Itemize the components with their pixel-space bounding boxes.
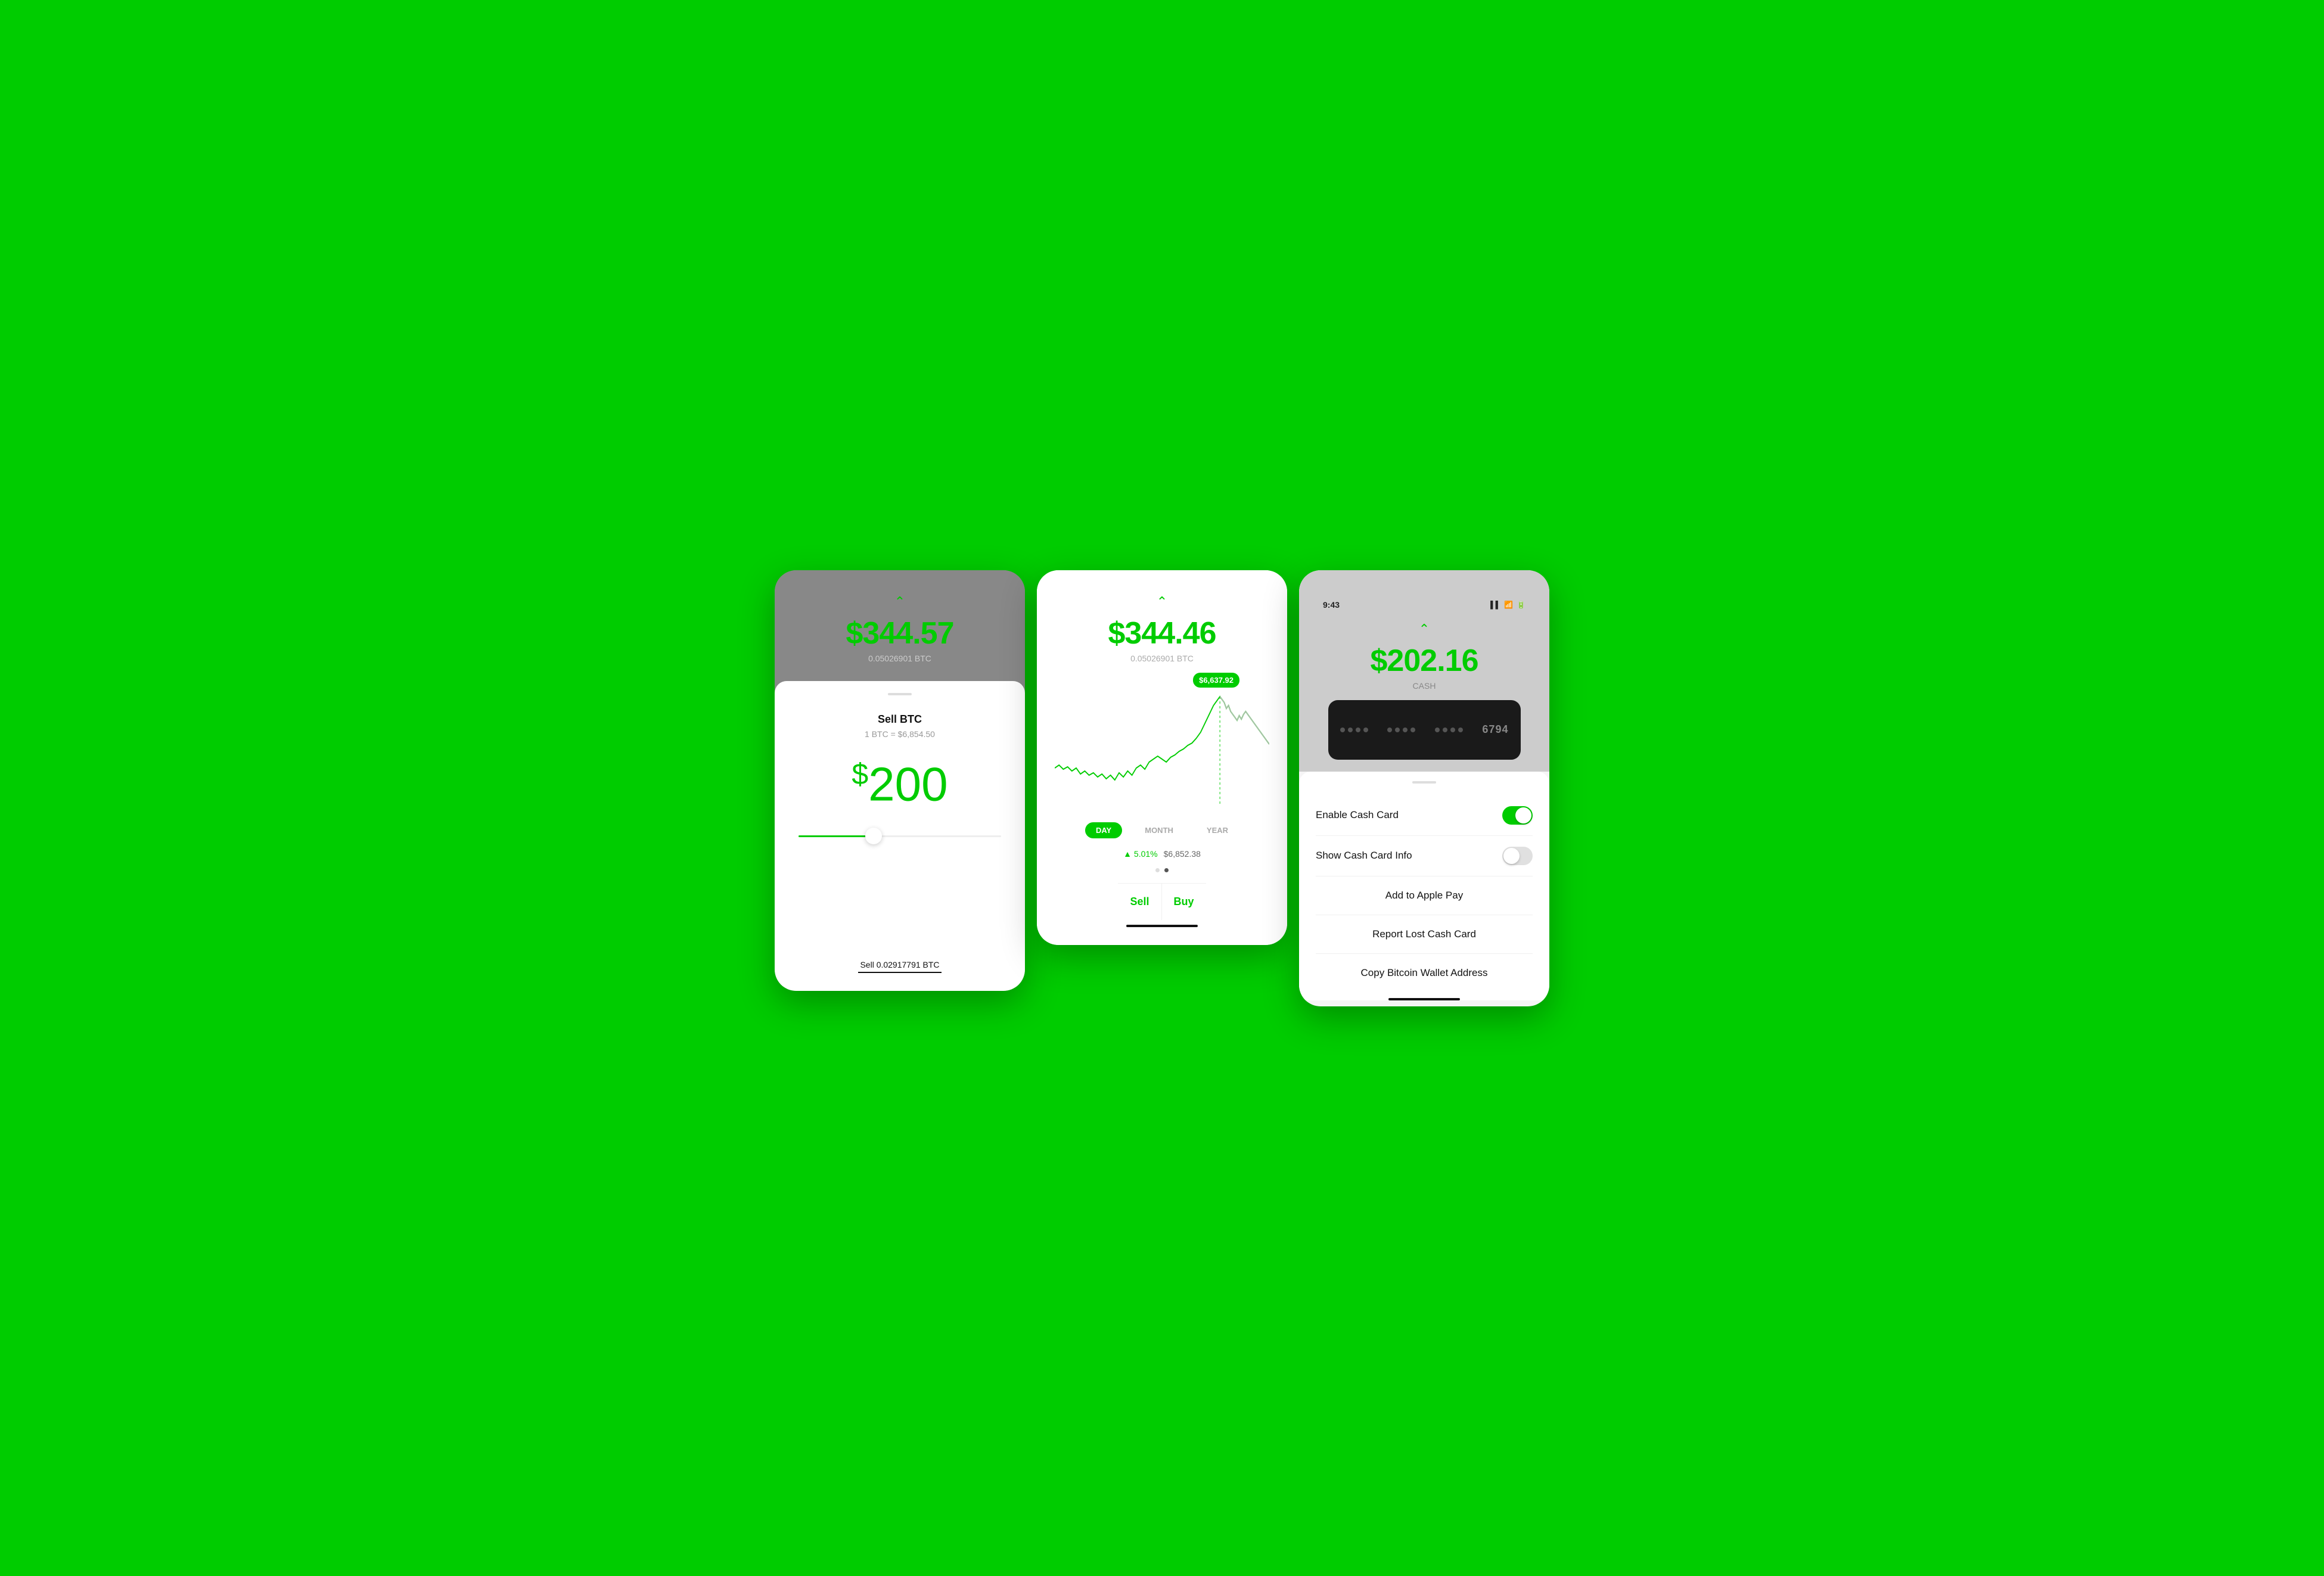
chart-price: $344.46: [1108, 616, 1216, 651]
slider-fill: [799, 835, 869, 837]
chart-btc-amount: 0.05026901 BTC: [1130, 654, 1194, 663]
card-last4: 6794: [1482, 723, 1508, 736]
chart-pct: ▲ 5.01%: [1123, 849, 1158, 859]
home-indicator: [1126, 925, 1198, 927]
btc-price: $344.57: [846, 616, 954, 651]
screen1-top: ⌃ $344.57 0.05026901 BTC: [775, 570, 1025, 681]
battery-icon: 🔋: [1517, 601, 1525, 609]
show-cash-card-info-row[interactable]: Show Cash Card Info: [1299, 836, 1549, 876]
add-apple-pay-row[interactable]: Add to Apple Pay: [1299, 876, 1549, 915]
card-dot: [1348, 728, 1353, 732]
card-dots-group2: [1387, 728, 1415, 732]
card-dot: [1458, 728, 1463, 732]
copy-bitcoin-row[interactable]: Copy Bitcoin Wallet Address: [1299, 954, 1549, 992]
chart-tooltip: $6,637.92: [1193, 673, 1239, 688]
toggle-knob-2: [1503, 848, 1520, 864]
chart-stats: ▲ 5.01% $6,852.38: [1111, 844, 1213, 863]
card-dot: [1443, 728, 1447, 732]
screen3-top: 9:43 ▌▌ 📶 🔋 ⌃ $202.16 CASH: [1299, 570, 1549, 772]
card-dot: [1363, 728, 1368, 732]
page-dots: [1151, 863, 1173, 877]
screen2-chart: ⌃ $344.46 0.05026901 BTC $6,637.92 DAY M…: [1037, 570, 1287, 945]
status-bar: 9:43 ▌▌ 📶 🔋: [1311, 600, 1537, 610]
chart-price-stat: $6,852.38: [1164, 849, 1201, 859]
slider-track: [799, 835, 1001, 837]
period-selector: DAY MONTH YEAR: [1073, 816, 1251, 844]
screen1-sheet: Sell BTC 1 BTC = $6,854.50 $200 Sell 0.0…: [775, 681, 1025, 991]
dot-1: [1155, 868, 1160, 872]
card-dot: [1340, 728, 1345, 732]
sell-btc-label: Sell 0.02917791 BTC: [860, 960, 939, 969]
arrow-up-icon: ▲: [1123, 849, 1132, 859]
cash-card: 6794: [1328, 700, 1521, 760]
card-dot: [1450, 728, 1455, 732]
card-dot: [1387, 728, 1392, 732]
period-year-btn[interactable]: YEAR: [1196, 822, 1239, 838]
card-dot: [1395, 728, 1400, 732]
sell-btc-underline: [858, 972, 942, 973]
signal-icon: ▌▌: [1490, 601, 1500, 609]
screens-container: ⌃ $344.57 0.05026901 BTC Sell BTC 1 BTC …: [775, 570, 1549, 1006]
add-apple-pay-label: Add to Apple Pay: [1385, 890, 1463, 901]
sell-button[interactable]: Sell: [1118, 884, 1161, 920]
show-cash-card-info-toggle[interactable]: [1502, 847, 1533, 865]
slider-thumb[interactable]: [865, 828, 882, 844]
cash-label: CASH: [1413, 681, 1436, 691]
wifi-icon: 📶: [1504, 601, 1513, 609]
chevron-up-icon[interactable]: ⌃: [894, 594, 905, 610]
chevron-up-icon-3[interactable]: ⌃: [1419, 621, 1430, 637]
card-dot: [1435, 728, 1440, 732]
toggle-knob: [1515, 807, 1531, 823]
card-dot: [1403, 728, 1408, 732]
sell-btc-rate: 1 BTC = $6,854.50: [865, 729, 935, 739]
sell-btc-title: Sell BTC: [878, 713, 922, 726]
card-dots-group1: [1340, 728, 1368, 732]
period-day-btn[interactable]: DAY: [1085, 822, 1122, 838]
dollar-sign: $: [852, 757, 868, 791]
screen3-cash-card: 9:43 ▌▌ 📶 🔋 ⌃ $202.16 CASH: [1299, 570, 1549, 1006]
drag-handle: [888, 693, 912, 695]
card-dot: [1356, 728, 1360, 732]
enable-cash-card-toggle[interactable]: [1502, 806, 1533, 825]
card-dots-group3: [1435, 728, 1463, 732]
dot-2: [1164, 868, 1169, 872]
sell-amount: $200: [852, 757, 947, 812]
screen1-sell-btc: ⌃ $344.57 0.05026901 BTC Sell BTC 1 BTC …: [775, 570, 1025, 991]
sheet-handle: [1412, 781, 1436, 784]
status-time: 9:43: [1323, 600, 1340, 610]
buy-button[interactable]: Buy: [1162, 884, 1206, 920]
price-chart: [1055, 673, 1269, 804]
chart-area: $6,637.92: [1049, 673, 1275, 807]
report-lost-label: Report Lost Cash Card: [1372, 928, 1476, 940]
copy-bitcoin-label: Copy Bitcoin Wallet Address: [1361, 967, 1488, 978]
chevron-up-icon-2[interactable]: ⌃: [1157, 594, 1167, 610]
home-indicator-3: [1388, 998, 1460, 1000]
card-dot: [1410, 728, 1415, 732]
period-month-btn[interactable]: MONTH: [1134, 822, 1184, 838]
cash-amount: $202.16: [1371, 643, 1478, 679]
status-icons: ▌▌ 📶 🔋: [1490, 600, 1525, 610]
enable-cash-card-label: Enable Cash Card: [1316, 809, 1399, 821]
cash-card-sheet: Enable Cash Card Show Cash Card Info Add…: [1299, 772, 1549, 1000]
chart-actions: Sell Buy: [1118, 883, 1206, 920]
amount-slider[interactable]: [793, 835, 1007, 837]
btc-amount: 0.05026901 BTC: [868, 654, 931, 663]
enable-cash-card-row[interactable]: Enable Cash Card: [1299, 795, 1549, 835]
report-lost-card-row[interactable]: Report Lost Cash Card: [1299, 915, 1549, 953]
screen2-top: ⌃ $344.46 0.05026901 BTC $6,637.92 DAY M…: [1037, 570, 1287, 945]
show-cash-card-info-label: Show Cash Card Info: [1316, 850, 1412, 862]
